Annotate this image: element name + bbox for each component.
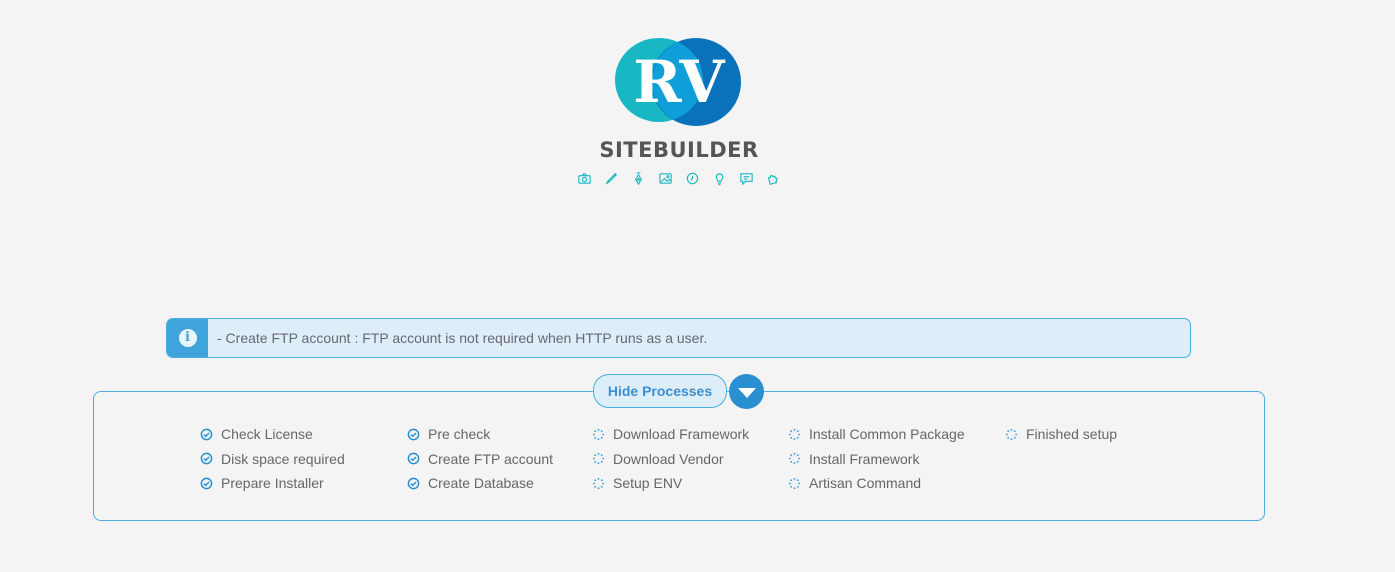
process-item: Create FTP account [407, 447, 553, 472]
check-circle-icon [200, 428, 213, 441]
lightbulb-icon [712, 171, 727, 186]
process-column: Check License Disk space required Prepare … [200, 422, 345, 496]
process-item: Create Database [407, 471, 553, 496]
info-icon: i [178, 329, 197, 347]
process-item: Download Vendor [592, 447, 749, 472]
process-column: Finished setup [1005, 422, 1117, 447]
process-label: Create Database [428, 475, 534, 492]
process-label: Create FTP account [428, 450, 554, 467]
process-item: Install Common Package [788, 422, 965, 447]
process-label: Artisan Command [809, 475, 922, 492]
spinner-icon [592, 477, 605, 490]
spinner-icon [788, 428, 801, 441]
process-item: Artisan Command [788, 471, 965, 496]
fountain-pen-icon [631, 171, 646, 186]
logo: RV SITEBUILDER [0, 36, 1358, 186]
process-column: Install Common Package Install Framework A… [788, 422, 965, 496]
caret-down-icon [737, 388, 756, 398]
brand-name: SITEBUILDER [599, 138, 759, 162]
process-label: Pre check [428, 426, 491, 443]
info-alert: i - Create FTP account : FTP account is … [166, 318, 1191, 358]
spinner-icon [788, 452, 801, 465]
process-item: Disk space required [200, 447, 345, 472]
pen-icon [604, 171, 619, 186]
spinner-icon [788, 477, 801, 490]
process-label: Download Framework [613, 426, 750, 443]
alert-message: - Create FTP account : FTP account is no… [217, 330, 708, 346]
check-circle-icon [200, 477, 213, 490]
process-label: Prepare Installer [221, 475, 324, 492]
process-column: Download Framework Download Vendor Setup E… [592, 422, 749, 496]
process-label: Finished setup [1026, 426, 1118, 443]
image-icon [658, 171, 673, 186]
puzzle-icon [766, 171, 781, 186]
logo-letters: RV [633, 48, 725, 116]
camera-icon [577, 171, 592, 186]
process-label: Download Vendor [613, 450, 724, 467]
check-circle-icon [407, 428, 420, 441]
process-label: Disk space required [221, 450, 345, 467]
process-item: Install Framework [788, 447, 965, 472]
toggle-processes-button[interactable] [729, 374, 764, 409]
feature-icons [0, 171, 1358, 186]
process-label: Check License [221, 426, 313, 443]
process-label: Install Framework [809, 450, 920, 467]
process-item: Check License [200, 422, 345, 447]
chat-icon [739, 171, 754, 186]
hide-processes-button[interactable]: Hide Processes [593, 374, 727, 408]
process-item: Setup ENV [592, 471, 749, 496]
check-circle-icon [407, 452, 420, 465]
spinner-icon [592, 452, 605, 465]
process-label: Setup ENV [613, 475, 683, 492]
process-item: Prepare Installer [200, 471, 345, 496]
process-item: Pre check [407, 422, 553, 447]
process-label: Install Common Package [809, 426, 965, 443]
process-column: Pre check Create FTP account Create Databa… [407, 422, 553, 496]
check-circle-icon [200, 452, 213, 465]
process-item: Download Framework [592, 422, 749, 447]
check-circle-icon [407, 477, 420, 490]
rv-logo-mark: RV [614, 36, 744, 128]
spinner-icon [1005, 428, 1018, 441]
process-item: Finished setup [1005, 422, 1117, 447]
spinner-icon [592, 428, 605, 441]
clock-icon [685, 171, 700, 186]
